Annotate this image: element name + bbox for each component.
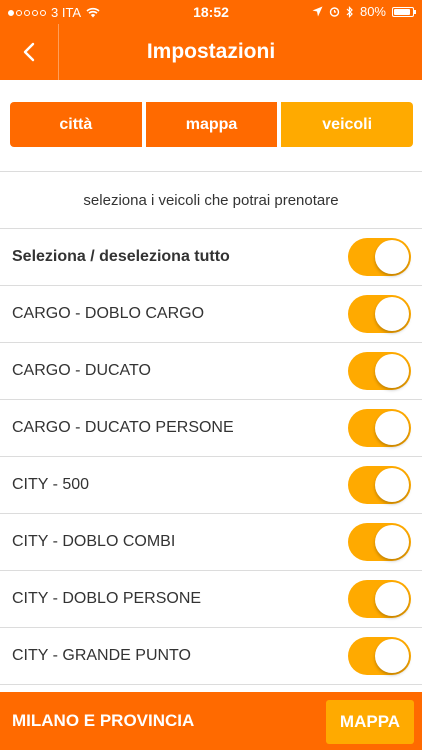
vehicle-toggle[interactable] [348, 637, 411, 675]
battery-label: 80% [359, 4, 386, 19]
vehicle-row: CITY - DOBLO COMBI [0, 514, 422, 571]
status-right: 80% [312, 4, 416, 19]
location-arrow-icon [312, 6, 323, 17]
vehicle-row: CITY - DOBLO PERSONE [0, 571, 422, 628]
vehicle-row: CITY - 500 [0, 457, 422, 514]
vehicle-toggle[interactable] [348, 352, 411, 390]
vehicle-toggle[interactable] [348, 295, 411, 333]
vehicle-row: CARGO - DOBLO CARGO [0, 286, 422, 343]
vehicle-row: CARGO - DUCATO PERSONE [0, 400, 422, 457]
tab-mappa[interactable]: mappa [145, 102, 278, 147]
status-bar: 3 ITA 18:52 80% [0, 0, 422, 24]
footer-bar: MILANO E PROVINCIA MAPPA [0, 692, 422, 750]
tab-citta[interactable]: città [10, 102, 142, 147]
vehicle-label: CITY - DOBLO PERSONE [12, 590, 202, 607]
tab-veicoli[interactable]: veicoli [281, 102, 414, 147]
vehicle-toggle[interactable] [348, 523, 411, 561]
vehicle-label: CITY - DOBLO COMBI [12, 533, 176, 550]
alarm-icon [329, 7, 340, 17]
vehicle-label: CITY - GRANDE PUNTO [12, 647, 191, 664]
vehicle-label: CARGO - DOBLO CARGO [12, 305, 205, 322]
vehicle-toggle[interactable] [348, 466, 411, 504]
settings-tabs: città mappa veicoli [10, 102, 414, 147]
select-all-row: Seleziona / deseleziona tutto [0, 229, 422, 286]
vehicle-row: CITY - GRANDE PUNTO [0, 628, 422, 685]
battery-icon [392, 6, 416, 17]
back-button[interactable] [0, 24, 59, 80]
page-title: Impostazioni [146, 40, 276, 63]
region-label: MILANO E PROVINCIA [12, 711, 195, 730]
select-all-label: Seleziona / deseleziona tutto [12, 248, 230, 265]
map-button[interactable]: MAPPA [326, 700, 414, 744]
bluetooth-icon [346, 5, 353, 18]
vehicle-label: CARGO - DUCATO [12, 362, 151, 379]
vehicle-toggle[interactable] [348, 580, 411, 618]
chevron-left-icon [23, 42, 35, 62]
vehicle-row: CARGO - DUCATO [0, 343, 422, 400]
vehicle-list: Seleziona / deseleziona tutto CARGO - DO… [0, 229, 422, 685]
section-subtitle: seleziona i veicoli che potrai prenotare [83, 191, 339, 209]
vehicle-label: CITY - 500 [12, 476, 90, 493]
nav-bar: Impostazioni [0, 24, 422, 80]
select-all-toggle[interactable] [348, 238, 411, 276]
vehicle-toggle[interactable] [348, 409, 411, 447]
vehicle-label: CARGO - DUCATO PERSONE [12, 419, 234, 436]
